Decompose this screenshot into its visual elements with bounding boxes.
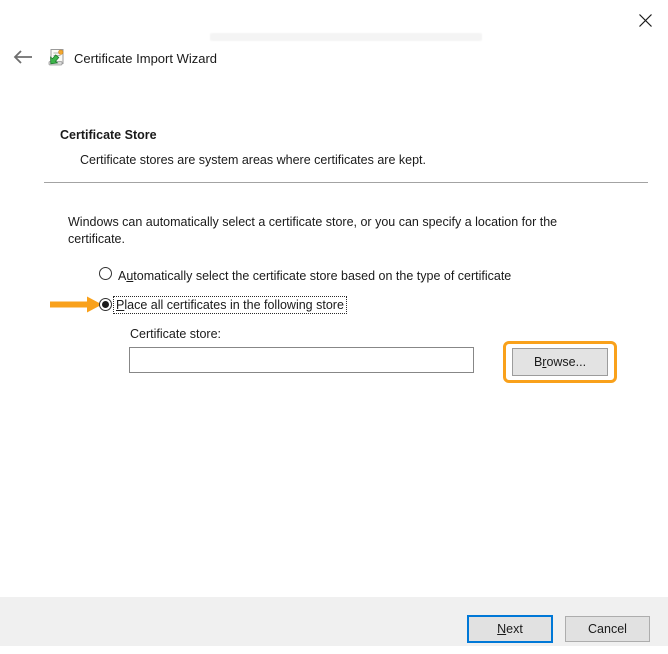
next-button[interactable]: Next — [467, 615, 553, 643]
certificate-import-icon — [48, 49, 64, 66]
radio-automatically-select[interactable] — [99, 267, 112, 280]
cancel-button[interactable]: Cancel — [565, 616, 650, 642]
label-post: ext — [506, 622, 523, 636]
page-subheading: Certificate stores are system areas wher… — [80, 153, 426, 167]
annotation-arrow-icon — [50, 296, 102, 313]
certificate-import-wizard-dialog: Certificate Import Wizard Certificate St… — [0, 0, 668, 654]
radio-selected-dot — [102, 301, 109, 308]
label-mnemonic: N — [497, 622, 507, 636]
intro-text: Windows can automatically select a certi… — [68, 215, 558, 246]
page-heading: Certificate Store — [60, 128, 157, 142]
close-icon — [638, 13, 652, 27]
certificate-store-input[interactable] — [129, 347, 474, 373]
wizard-title: Certificate Import Wizard — [74, 51, 218, 66]
label-post: lace all certificates in the following s… — [124, 298, 344, 312]
blurred-artifact — [210, 33, 482, 41]
back-button[interactable] — [10, 46, 36, 68]
label-post: owse... — [546, 355, 587, 369]
back-arrow-icon — [13, 50, 32, 64]
radio-automatically-select-label[interactable]: Automatically select the certificate sto… — [118, 269, 511, 283]
label-post: tomatically select the certificate store… — [133, 269, 512, 283]
radio-place-all-certificates[interactable] — [99, 298, 112, 311]
certificate-store-label: Certificate store: — [130, 327, 222, 341]
close-button[interactable] — [634, 9, 656, 31]
radio-place-all-certificates-label[interactable]: Place all certificates in the following … — [113, 296, 347, 314]
header-divider — [44, 182, 648, 184]
browse-button[interactable]: Browse... — [512, 348, 608, 376]
